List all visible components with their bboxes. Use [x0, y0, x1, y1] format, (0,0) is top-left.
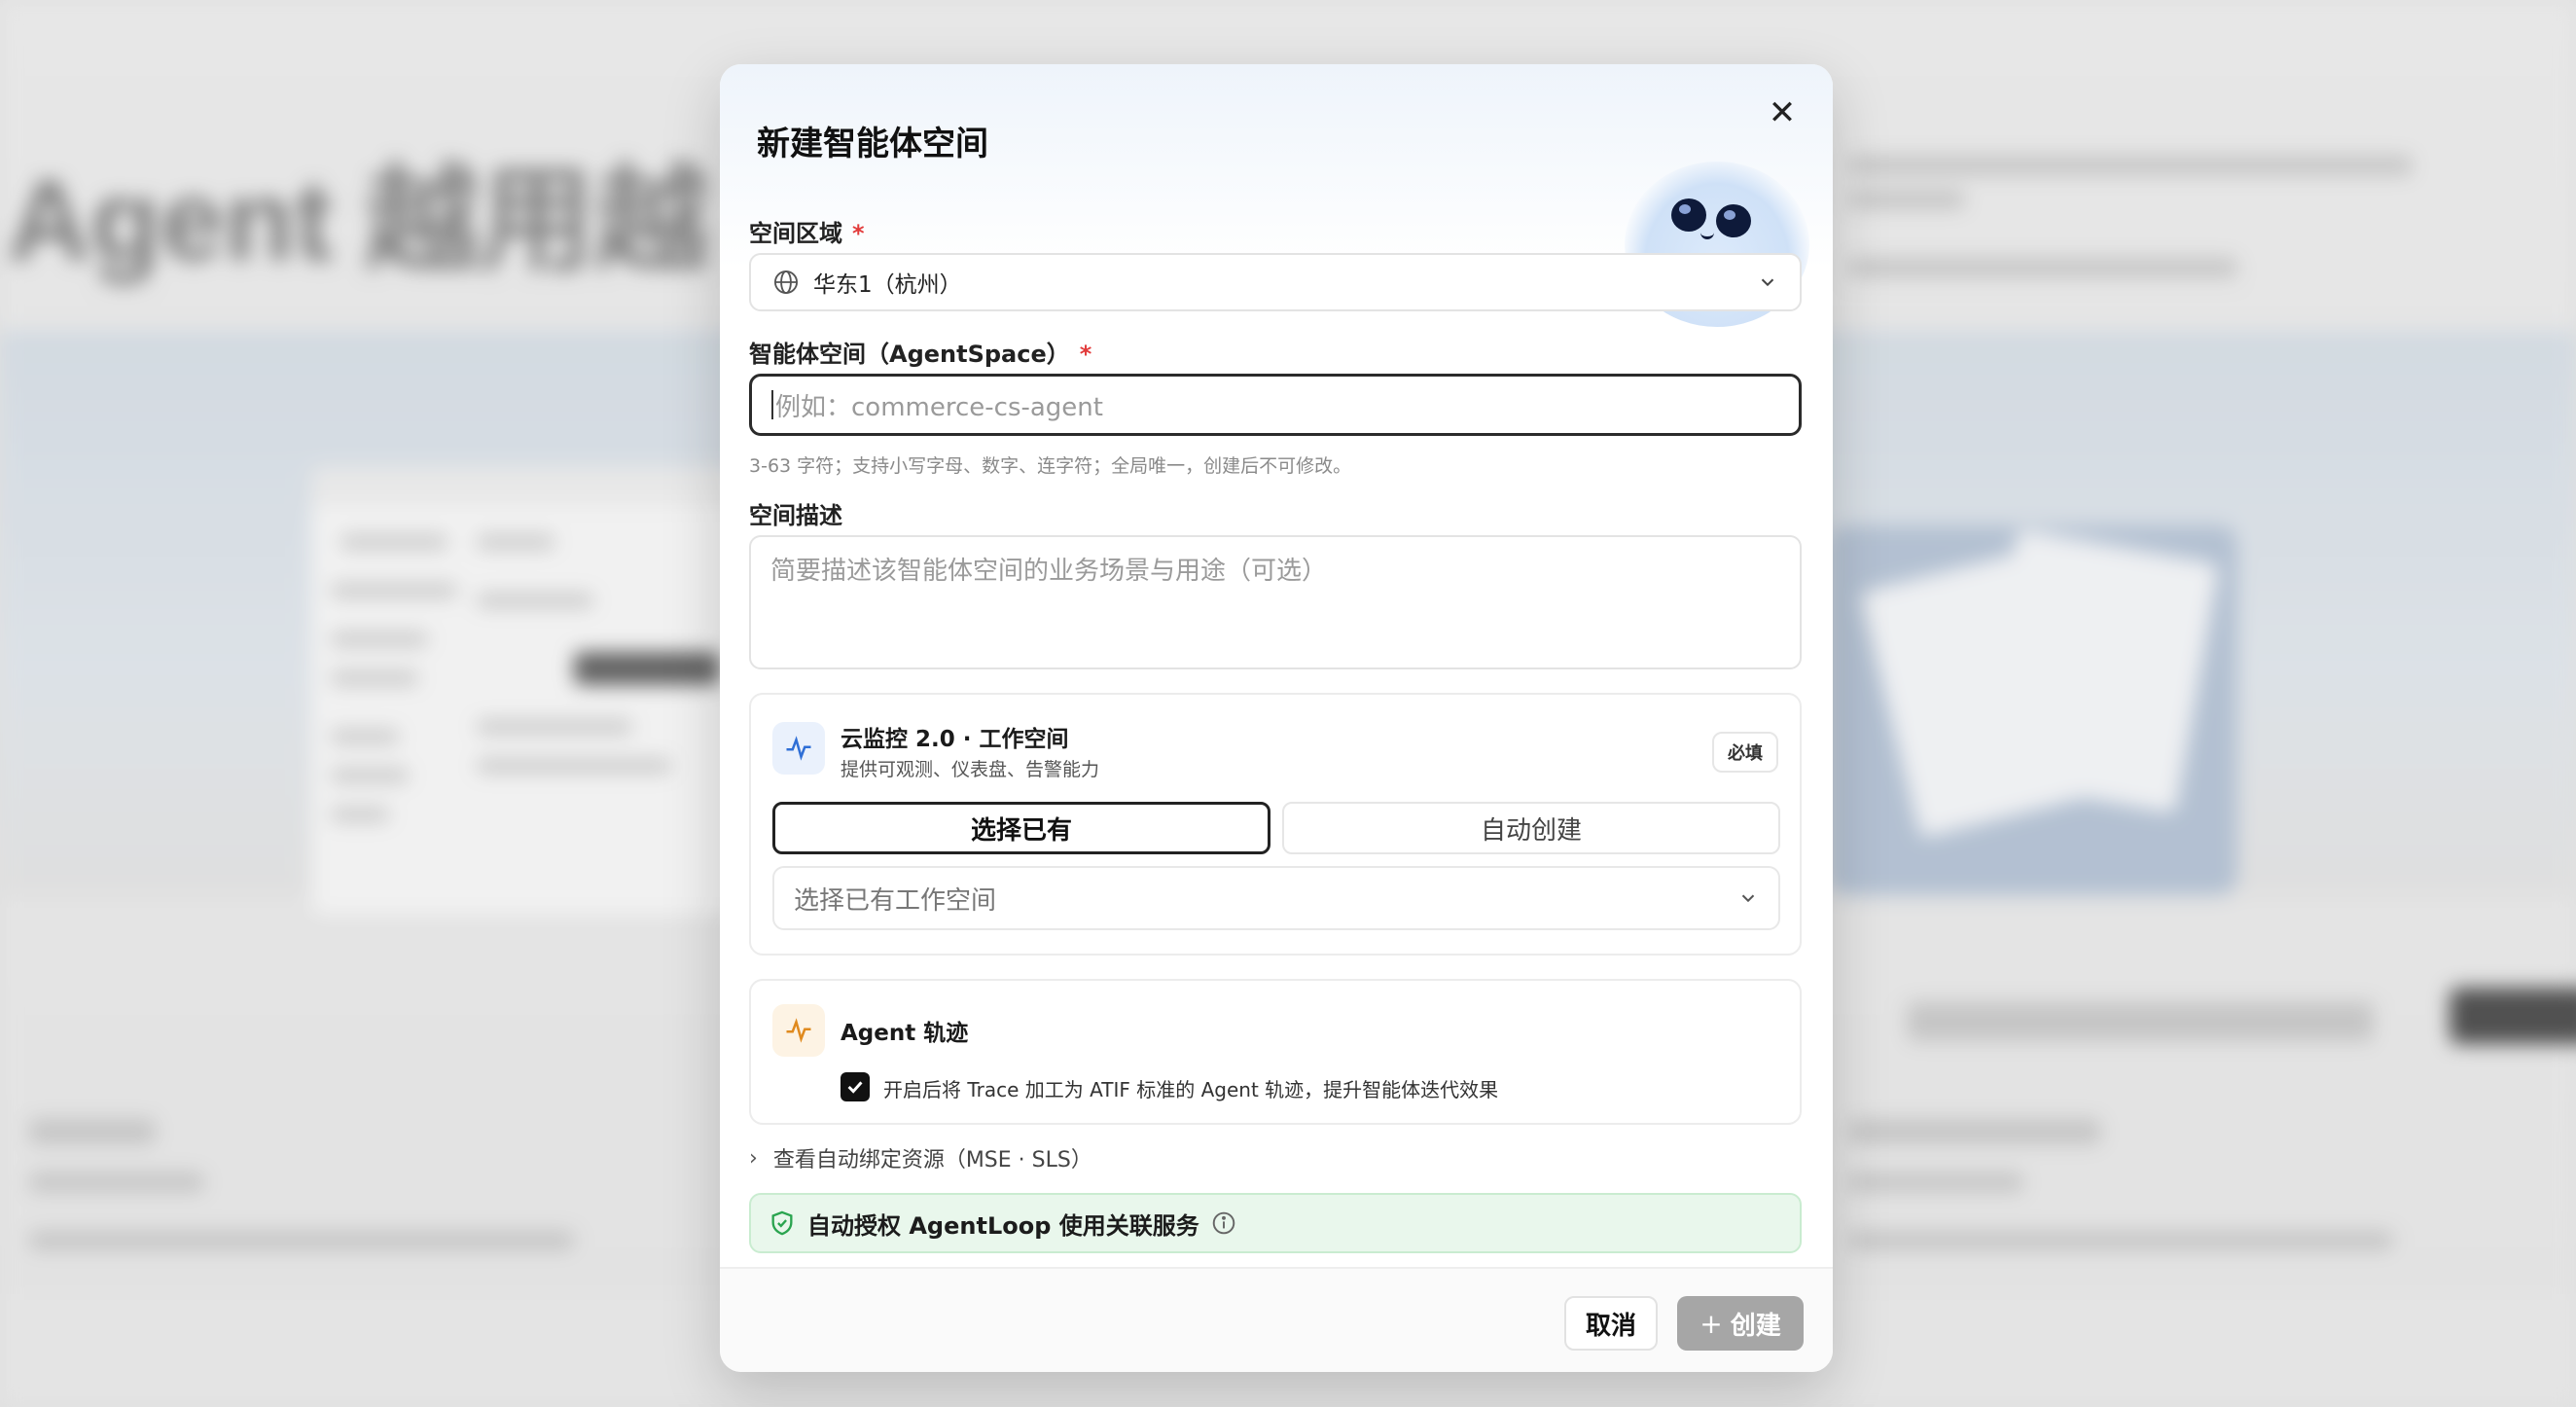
- region-select[interactable]: 华东1（杭州）: [749, 253, 1802, 311]
- trace-checkbox[interactable]: [841, 1072, 870, 1101]
- create-agentspace-dialog: 新建智能体空间 ✕ 空间区域 * 华东1（杭州） 智能体空间（AgentSpace…: [720, 64, 1833, 1372]
- required-badge: 必填: [1712, 732, 1778, 773]
- workspace-select[interactable]: 选择已有工作空间: [772, 866, 1780, 930]
- workspace-select-placeholder: 选择已有工作空间: [794, 885, 997, 916]
- text-caret: [771, 390, 773, 419]
- chevron-down-icon: [1741, 894, 1755, 903]
- monitor-card-title: 云监控 2.0 · 工作空间: [841, 727, 1069, 752]
- plus-icon: +: [1699, 1307, 1723, 1340]
- description-label: 空间描述: [749, 502, 842, 529]
- agentspace-label: 智能体空间（AgentSpace） *: [749, 341, 1092, 368]
- trace-card-title: Agent 轨迹: [841, 1021, 969, 1046]
- agentspace-placeholder: 例如：commerce-cs-agent: [775, 392, 1103, 422]
- monitor-card-subtitle: 提供可观测、仪表盘、告警能力: [841, 759, 1100, 780]
- create-button[interactable]: + 创建: [1677, 1296, 1804, 1351]
- chevron-down-icon: [1761, 278, 1774, 287]
- dialog-title: 新建智能体空间: [757, 125, 988, 163]
- dialog-footer: 取消 + 创建: [720, 1267, 1833, 1372]
- chevron-right-icon: ›: [749, 1145, 758, 1171]
- pulse-icon: [772, 722, 825, 775]
- tab-select-existing[interactable]: 选择已有: [772, 802, 1270, 854]
- auth-notice: 自动授权 AgentLoop 使用关联服务: [749, 1193, 1802, 1253]
- agentspace-hint: 3-63 字符；支持小写字母、数字、连字符；全局唯一，创建后不可修改。: [749, 455, 1352, 477]
- auth-notice-text: 自动授权 AgentLoop 使用关联服务: [807, 1211, 1199, 1240]
- tab-auto-create[interactable]: 自动创建: [1282, 802, 1780, 854]
- trace-pulse-icon: [772, 1004, 825, 1057]
- description-placeholder: 简要描述该智能体空间的业务场景与用途（可选）: [770, 557, 1328, 586]
- agentspace-input[interactable]: 例如：commerce-cs-agent: [749, 374, 1802, 436]
- cancel-button[interactable]: 取消: [1564, 1296, 1658, 1351]
- create-button-label: 创建: [1730, 1311, 1781, 1341]
- check-icon: [847, 1081, 863, 1094]
- bound-resources-toggle[interactable]: › 查看自动绑定资源（MSE · SLS）: [749, 1142, 1092, 1173]
- bound-resources-label: 查看自动绑定资源（MSE · SLS）: [772, 1148, 1092, 1172]
- region-label: 空间区域 *: [749, 220, 865, 247]
- shield-check-icon: [771, 1210, 793, 1236]
- close-icon[interactable]: ✕: [1761, 91, 1804, 134]
- cloud-monitor-card: 云监控 2.0 · 工作空间 提供可观测、仪表盘、告警能力 必填 选择已有 自动…: [749, 693, 1802, 956]
- agent-trace-card: Agent 轨迹 开启后将 Trace 加工为 ATIF 标准的 Agent 轨…: [749, 979, 1802, 1125]
- info-icon[interactable]: [1211, 1210, 1236, 1236]
- globe-icon: [773, 270, 799, 295]
- description-textarea[interactable]: 简要描述该智能体空间的业务场景与用途（可选）: [749, 535, 1802, 669]
- trace-checkbox-label: 开启后将 Trace 加工为 ATIF 标准的 Agent 轨迹，提升智能体迭代…: [883, 1078, 1499, 1101]
- region-value: 华东1（杭州）: [813, 272, 962, 298]
